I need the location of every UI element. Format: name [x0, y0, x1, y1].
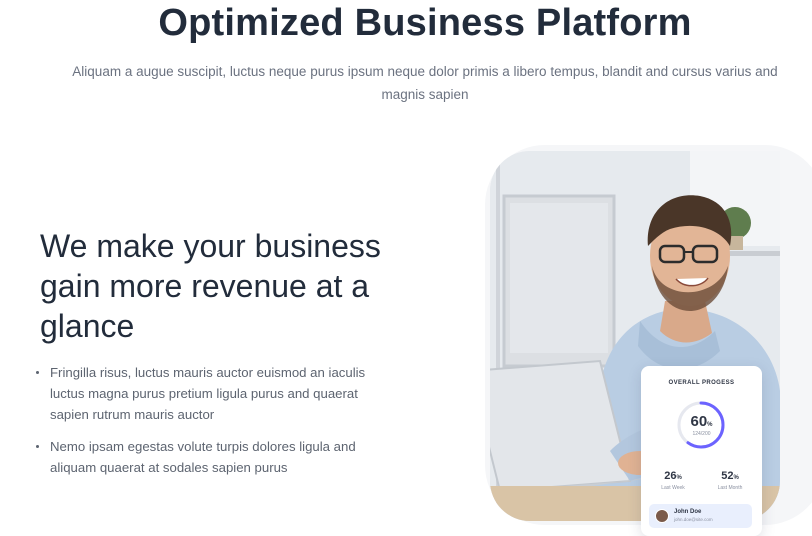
list-item-text: Nemo ipsam egestas volute turpis dolores… [50, 439, 356, 475]
content-headline: We make your business gain more revenue … [40, 228, 381, 344]
user-email: john.doe@site.com [674, 517, 713, 522]
bullet-icon [36, 445, 39, 448]
user-chip[interactable]: John Doe john.doe@site.com [649, 504, 752, 528]
stat-last-week: 26% Last Week [661, 470, 685, 491]
list-item: Fringilla risus, luctus mauris auctor eu… [36, 362, 396, 425]
avatar [655, 509, 669, 523]
bullet-icon [36, 371, 39, 374]
progress-percent: 60% [690, 413, 713, 430]
section-title: Optimized Business Platform [158, 2, 692, 44]
stat-last-month: 52% Last Month [717, 470, 743, 491]
progress-card-title: OVERALL PROGESS [668, 380, 735, 386]
list-item: Nemo ipsam egestas volute turpis dolores… [36, 436, 396, 478]
feature-list: Fringilla risus, luctus mauris auctor eu… [36, 362, 396, 489]
progress-card: OVERALL PROGESS 60% 124/200 26% Last Wee… [641, 366, 762, 536]
list-item-text: Fringilla risus, luctus mauris auctor eu… [50, 365, 366, 422]
user-name: John Doe [674, 509, 702, 515]
section-subtitle: Aliquam a augue suscipit, luctus neque p… [72, 64, 778, 102]
progress-detail: 124/200 [692, 431, 711, 437]
